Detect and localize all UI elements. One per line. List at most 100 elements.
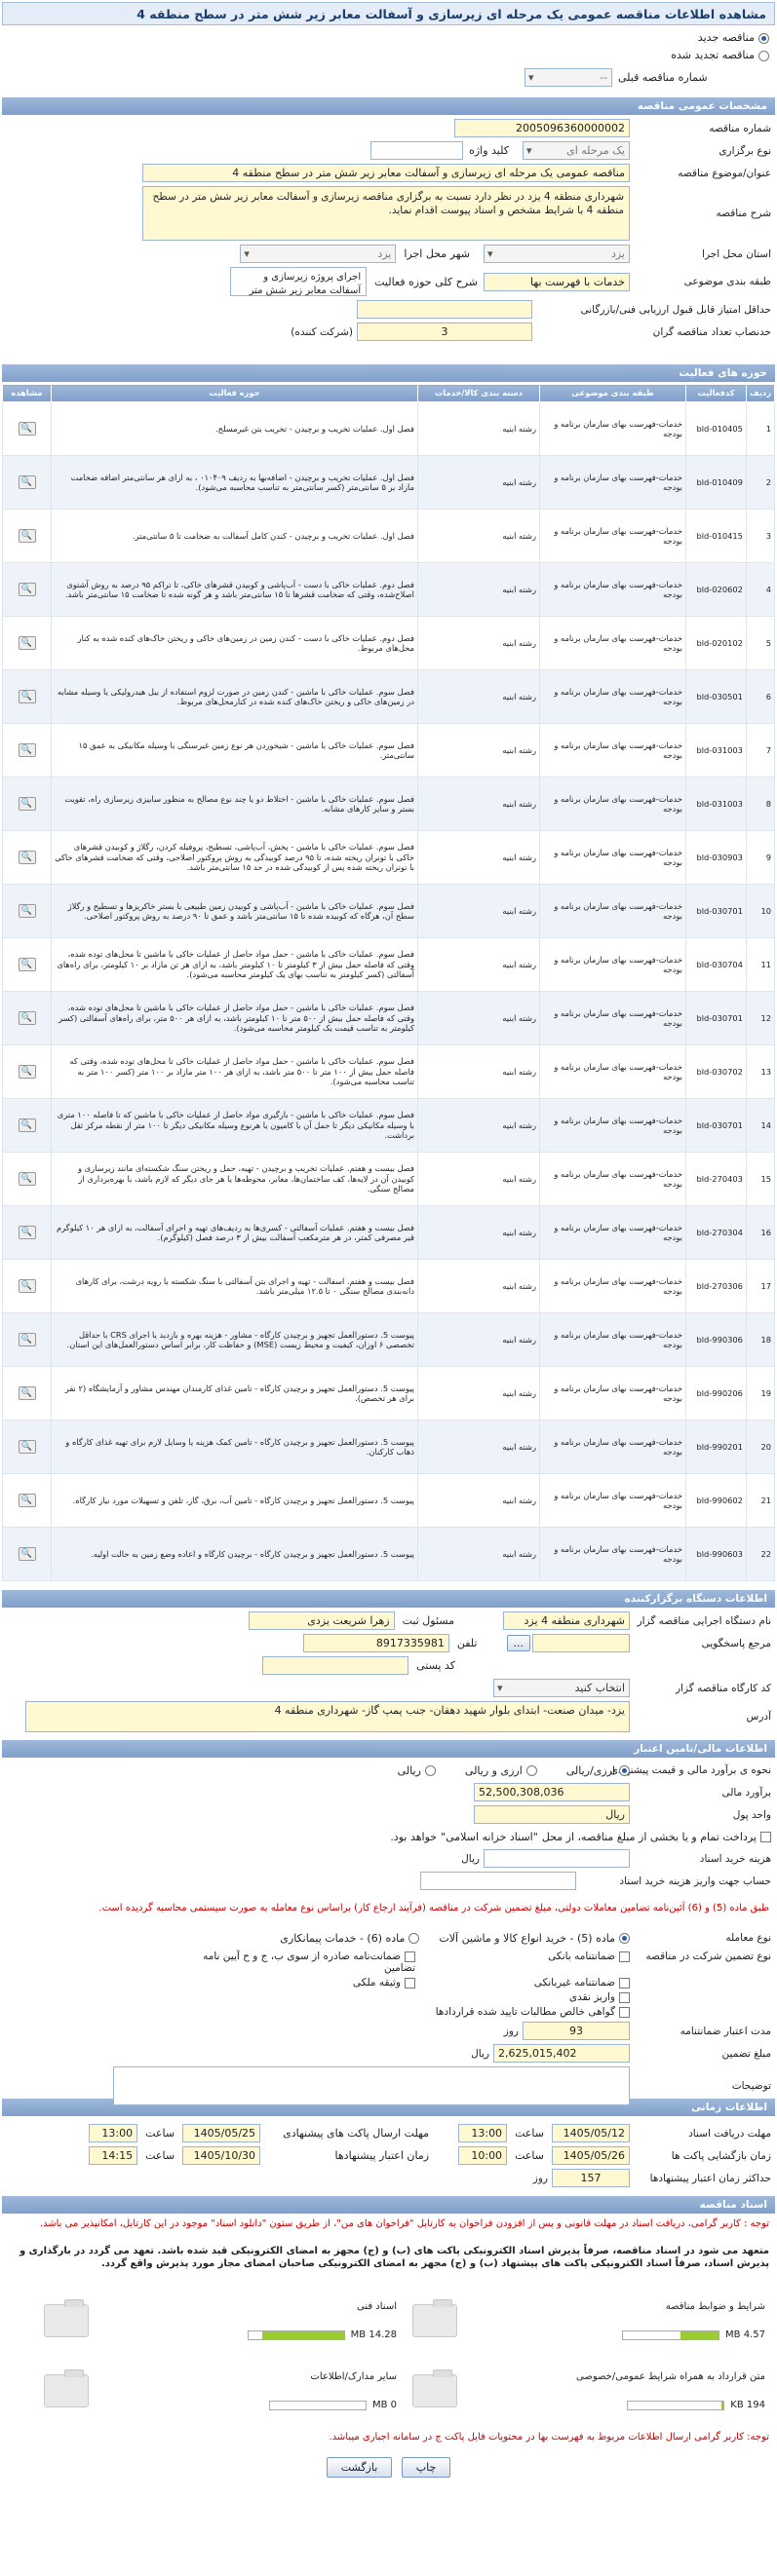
activity-row-number: 11 xyxy=(745,937,776,992)
view-icon[interactable]: 🔍 xyxy=(18,1011,36,1025)
opening-date: 1405/05/26 xyxy=(552,2146,630,2165)
view-icon[interactable]: 🔍 xyxy=(18,422,36,436)
activity-row-number: 5 xyxy=(745,616,776,670)
col-group: دسته بندی کالا/خدمات xyxy=(416,384,540,402)
activity-code: bld-010405 xyxy=(684,401,747,456)
view-icon[interactable]: 🔍 xyxy=(18,1494,36,1507)
view-icon[interactable]: 🔍 xyxy=(18,743,36,757)
deal-type-services-radio[interactable] xyxy=(408,1932,420,1944)
file-tile[interactable]: متن قرارداد به همراه شرایط عمومی/خصوصی 19… xyxy=(401,2356,769,2426)
province-label: استان محل اجرا xyxy=(702,247,771,260)
activity-row: 11 bld-030704 خدمات-فهرست بهای سازمان برنا… xyxy=(2,937,776,992)
activity-row-number: 6 xyxy=(745,669,776,724)
tender-title-label: عنوان/موضوع مناقصه xyxy=(678,167,771,179)
col-category: طبقه بندی موضوعی xyxy=(538,384,686,402)
payment-checkbox[interactable] xyxy=(760,1831,771,1842)
view-icon[interactable]: 🔍 xyxy=(18,851,36,864)
nonbank-guarantee-checkbox[interactable] xyxy=(619,1977,630,1989)
view-icon[interactable]: 🔍 xyxy=(18,797,36,811)
min-score-field xyxy=(357,300,532,319)
province-select[interactable]: یزد xyxy=(484,245,630,263)
new-tender-label: مناقصه جدید xyxy=(697,31,755,44)
property-guarantee-checkbox[interactable] xyxy=(405,1977,415,1989)
view-icon[interactable]: 🔍 xyxy=(18,1226,36,1239)
activity-row-number: 20 xyxy=(745,1420,776,1474)
reference-lookup-button[interactable]: ... xyxy=(506,1635,530,1651)
activity-desc: فصل بیست و هفتم. اسفالت - تهیه و اجرای ب… xyxy=(51,1259,418,1313)
activity-row-number: 16 xyxy=(745,1205,776,1260)
activity-category: خدمات-فهرست بهای سازمان برنامه و بودجه xyxy=(538,1473,686,1528)
bank-guarantee-checkbox[interactable] xyxy=(619,1951,630,1962)
activity-group: رشته ابنیه xyxy=(416,991,540,1045)
view-icon[interactable]: 🔍 xyxy=(18,1279,36,1293)
activity-group: رشته ابنیه xyxy=(416,1366,540,1421)
claims-guarantee-checkbox[interactable] xyxy=(619,2006,630,2018)
view-icon[interactable]: 🔍 xyxy=(18,1118,36,1132)
validity-label: زمان اعتبار پیشنهادها xyxy=(334,2149,430,2162)
view-icon[interactable]: 🔍 xyxy=(18,583,36,596)
tender-desc-field: شهرداری منطقه 4 یزد در نظر دارد نسبت به … xyxy=(142,186,630,241)
activity-code: bld-030501 xyxy=(684,669,747,724)
view-icon[interactable]: 🔍 xyxy=(18,529,36,543)
page-title: مشاهده اطلاعات مناقصه عمومی یک مرحله ای … xyxy=(2,2,775,25)
file-name: متن قرارداد به همراه شرایط عمومی/خصوصی xyxy=(576,2371,765,2382)
print-button[interactable]: چاپ xyxy=(401,2457,451,2478)
estimate-method-label: نحوه ی برآورد مالی و قیمت پیشنهادی xyxy=(609,1764,771,1776)
view-icon[interactable]: 🔍 xyxy=(18,1172,36,1186)
property-guarantee-label: وثیقه ملکی xyxy=(352,1977,401,1989)
view-icon[interactable]: 🔍 xyxy=(18,1333,36,1346)
renewed-tender-radio[interactable] xyxy=(758,50,769,61)
prev-tender-label: شماره مناقصه قبلی xyxy=(618,70,708,84)
activity-category: خدمات-فهرست بهای سازمان برنامه و بودجه xyxy=(538,562,686,617)
col-row: ردیف xyxy=(745,384,776,402)
activity-desc: فصل سوم. عملیات خاکی با ماشین - بارگیری … xyxy=(51,1098,418,1153)
file-tile[interactable]: شرایط و ضوابط مناقصه 4.57 MB xyxy=(401,2286,769,2356)
activity-row-number: 2 xyxy=(745,455,776,510)
view-icon[interactable]: 🔍 xyxy=(18,1547,36,1561)
back-button[interactable]: بازگشت xyxy=(326,2457,393,2478)
activity-desc: فصل بیست و هفتم. عملیات آسفالتی - کسری‌ه… xyxy=(51,1205,418,1260)
notes-field xyxy=(113,2066,630,2105)
tender-number-field: 2005096360000002 xyxy=(454,119,630,137)
docs-notice-2: متعهد می شود در اسناد مناقصه، صرفاً پذیر… xyxy=(19,2246,769,2269)
city-label: شهر محل اجرا xyxy=(404,247,470,260)
view-icon[interactable]: 🔍 xyxy=(18,958,36,971)
view-icon[interactable]: 🔍 xyxy=(18,636,36,650)
view-icon[interactable]: 🔍 xyxy=(18,1065,36,1079)
prev-tender-select[interactable]: -- xyxy=(524,67,612,87)
activity-code: bld-030701 xyxy=(684,884,747,938)
activity-view-cell: 🔍 xyxy=(2,1473,52,1528)
cash-guarantee-label: واریز نقدی xyxy=(568,1991,615,2003)
keyword-field[interactable] xyxy=(370,141,464,160)
workshop-select[interactable]: انتخاب کنید xyxy=(493,1679,630,1697)
currency-unit-field: ریال xyxy=(474,1805,630,1824)
activity-row: 18 bld-990306 خدمات-فهرست بهای سازمان برنا… xyxy=(2,1312,776,1367)
activity-row-number: 10 xyxy=(745,884,776,938)
view-icon[interactable]: 🔍 xyxy=(18,690,36,703)
holding-type-select[interactable]: یک مرحله ای xyxy=(523,141,630,160)
fx-rial-radio[interactable] xyxy=(619,1764,630,1776)
file-tile[interactable]: سایر مدارک/اطلاعات 0 MB xyxy=(32,2356,401,2426)
activity-view-cell: 🔍 xyxy=(2,1420,52,1474)
deal-type-goods-radio[interactable] xyxy=(619,1932,630,1944)
activity-group: رشته ابنیه xyxy=(416,777,540,831)
view-icon[interactable]: 🔍 xyxy=(18,475,36,489)
activity-view-cell: 🔍 xyxy=(2,1527,52,1581)
currency-radio[interactable] xyxy=(525,1764,537,1776)
cash-guarantee-checkbox[interactable] xyxy=(619,1991,630,2003)
organizer-section-title: اطلاعات دستگاه برگزارکننده xyxy=(2,1590,775,1608)
financial-section-title: اطلاعات مالی/تامین اعتبار xyxy=(2,1740,775,1758)
activity-row-number: 14 xyxy=(745,1098,776,1153)
view-icon[interactable]: 🔍 xyxy=(18,1440,36,1454)
file-tile[interactable]: اسناد فنی 14.28 MB xyxy=(32,2286,401,2356)
view-icon[interactable]: 🔍 xyxy=(18,904,36,918)
org-name-label: نام دستگاه اجرایی مناقصه گزار xyxy=(637,1614,771,1627)
activity-group: رشته ابنیه xyxy=(416,1312,540,1367)
city-select[interactable]: یزد xyxy=(240,245,397,263)
view-icon[interactable]: 🔍 xyxy=(18,1386,36,1400)
activity-group: رشته ابنیه xyxy=(416,937,540,992)
activity-row: 2 bld-010409 خدمات-فهرست بهای سازمان برنام… xyxy=(2,455,776,510)
rial-radio[interactable] xyxy=(424,1764,436,1776)
bcj-guarantee-checkbox[interactable] xyxy=(405,1951,415,1962)
new-tender-radio[interactable] xyxy=(758,32,769,44)
